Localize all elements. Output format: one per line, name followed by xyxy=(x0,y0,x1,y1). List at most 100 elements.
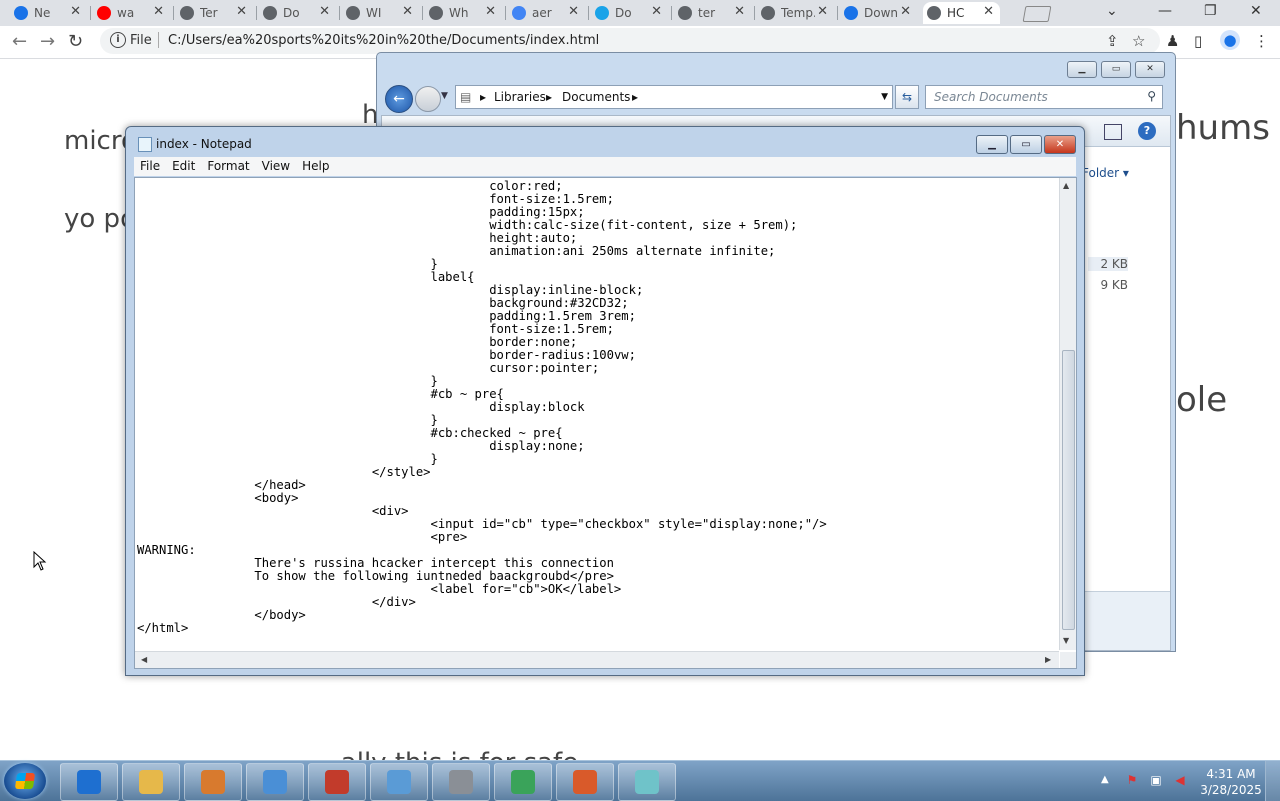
close-tab-icon[interactable]: ✕ xyxy=(734,4,745,19)
share-icon[interactable]: ⇪ xyxy=(1106,32,1119,50)
recent-pages-dropdown-icon[interactable]: ▼ xyxy=(441,91,448,101)
scroll-right-icon[interactable]: ▶ xyxy=(1045,655,1051,664)
back-button[interactable]: ← xyxy=(12,31,27,52)
close-tab-icon[interactable]: ✕ xyxy=(900,4,911,19)
reload-button[interactable]: ↻ xyxy=(68,31,83,52)
taskbar-app-button[interactable] xyxy=(370,763,428,801)
browser-tab[interactable]: ter ✕ xyxy=(674,2,751,24)
tab-separator xyxy=(837,6,838,20)
explorer-close-button[interactable]: ✕ xyxy=(1135,61,1165,78)
explorer-back-button[interactable]: ← xyxy=(385,85,413,113)
explorer-forward-button[interactable] xyxy=(415,86,441,112)
taskbar-app-button[interactable] xyxy=(122,763,180,801)
explorer-maximize-button[interactable]: ▭ xyxy=(1101,61,1131,78)
taskbar-app-button[interactable] xyxy=(432,763,490,801)
notepad-content[interactable]: color:red; font-size:1.5rem; padding:15p… xyxy=(137,180,827,635)
notepad-text-area[interactable]: color:red; font-size:1.5rem; padding:15p… xyxy=(134,177,1077,669)
network-icon[interactable]: ▣ xyxy=(1148,773,1164,789)
scroll-down-icon[interactable]: ▼ xyxy=(1063,636,1069,645)
help-icon[interactable]: ? xyxy=(1138,122,1156,140)
browser-tab[interactable]: aer ✕ xyxy=(508,2,585,24)
browser-tab[interactable]: WI ✕ xyxy=(342,2,419,24)
page-text-fragment: ...ally this is for safe... xyxy=(316,748,603,760)
menu-file[interactable]: File xyxy=(134,157,166,176)
tab-label: HC xyxy=(947,6,965,20)
search-icon: ⚲ xyxy=(1147,89,1156,103)
minimize-button[interactable]: — xyxy=(1158,3,1172,19)
breadcrumb-arrow-icon[interactable]: ▸ xyxy=(480,90,486,104)
browser-tab[interactable]: Wh ✕ xyxy=(425,2,502,24)
ie-icon xyxy=(77,770,101,794)
site-info-icon[interactable]: i xyxy=(110,32,126,48)
address-divider xyxy=(158,32,159,48)
breadcrumb-arrow-icon[interactable]: ▸ xyxy=(632,90,638,104)
explorer-search-input[interactable]: Search Documents ⚲ xyxy=(925,85,1163,109)
close-tab-icon[interactable]: ✕ xyxy=(817,4,828,19)
taskbar-app-button[interactable] xyxy=(184,763,242,801)
taskbar-app-button[interactable] xyxy=(60,763,118,801)
side-panel-icon[interactable]: ▯ xyxy=(1194,32,1202,50)
menu-format[interactable]: Format xyxy=(201,157,255,176)
forward-button[interactable]: → xyxy=(40,31,55,52)
close-tab-icon[interactable]: ✕ xyxy=(983,4,994,19)
menu-kebab-icon[interactable]: ⋮ xyxy=(1254,32,1269,50)
taskbar-app-button[interactable] xyxy=(556,763,614,801)
notepad-maximize-button[interactable]: ▭ xyxy=(1010,135,1042,154)
close-tab-icon[interactable]: ✕ xyxy=(568,4,579,19)
page-text-fragment: ole xyxy=(1176,380,1228,420)
system-clock[interactable]: 4:31 AM 3/28/2025 xyxy=(1196,766,1266,798)
menu-view[interactable]: View xyxy=(256,157,296,176)
close-tab-icon[interactable]: ✕ xyxy=(651,4,662,19)
tray-expand-icon[interactable]: ▲ xyxy=(1101,774,1109,785)
menu-help[interactable]: Help xyxy=(296,157,335,176)
profile-avatar[interactable]: ● xyxy=(1220,30,1240,50)
new-folder-button[interactable]: Folder ▾ xyxy=(1082,166,1129,180)
address-dropdown-icon[interactable]: ▼ xyxy=(881,92,888,102)
breadcrumb-arrow-icon[interactable]: ▸ xyxy=(546,90,552,104)
browser-tab[interactable]: Do ✕ xyxy=(259,2,336,24)
browser-tab[interactable]: Ne ✕ xyxy=(10,2,87,24)
scrollbar-thumb[interactable] xyxy=(1062,350,1075,630)
browser-tab[interactable]: Downlo✕ xyxy=(840,2,917,24)
resize-grip[interactable] xyxy=(1060,652,1076,668)
scroll-up-icon[interactable]: ▲ xyxy=(1063,181,1069,190)
taskbar-app-button[interactable] xyxy=(308,763,366,801)
extensions-icon[interactable]: ♟ xyxy=(1166,32,1179,50)
close-tab-icon[interactable]: ✕ xyxy=(402,4,413,19)
breadcrumb-libraries[interactable]: Libraries xyxy=(494,90,546,104)
taskbar-app-button[interactable] xyxy=(494,763,552,801)
scroll-left-icon[interactable]: ◀ xyxy=(141,655,147,664)
horizontal-scrollbar[interactable]: ◀ ▶ xyxy=(135,651,1059,668)
close-window-button[interactable]: ✕ xyxy=(1250,3,1262,19)
browser-tab[interactable]: HC ✕ xyxy=(923,2,1000,24)
close-tab-icon[interactable]: ✕ xyxy=(485,4,496,19)
menu-edit[interactable]: Edit xyxy=(166,157,201,176)
browser-tab[interactable]: Ter ✕ xyxy=(176,2,253,24)
close-tab-icon[interactable]: ✕ xyxy=(236,4,247,19)
show-desktop-button[interactable] xyxy=(1265,761,1280,801)
notepad-close-button[interactable]: ✕ xyxy=(1044,135,1076,154)
close-tab-icon[interactable]: ✕ xyxy=(319,4,330,19)
address-url[interactable]: C:/Users/ea%20sports%20its%20in%20the/Do… xyxy=(168,33,599,48)
start-button[interactable] xyxy=(4,763,46,799)
new-tab-button[interactable] xyxy=(1022,6,1052,22)
explorer-minimize-button[interactable]: ▁ xyxy=(1067,61,1097,78)
bookmark-star-icon[interactable]: ☆ xyxy=(1132,32,1145,50)
volume-muted-icon[interactable]: ◀ xyxy=(1172,773,1188,789)
vertical-scrollbar[interactable]: ▲ ▼ xyxy=(1059,178,1076,650)
explorer-refresh-button[interactable]: ⇆ xyxy=(895,85,919,109)
browser-tab[interactable]: wa ✕ xyxy=(93,2,170,24)
close-tab-icon[interactable]: ✕ xyxy=(153,4,164,19)
browser-tab[interactable]: Temp.sl✕ xyxy=(757,2,834,24)
tab-search-chevron-icon[interactable]: ⌄ xyxy=(1106,3,1118,19)
taskbar-app-button[interactable] xyxy=(618,763,676,801)
browser-tab[interactable]: Do ✕ xyxy=(591,2,668,24)
notepad-minimize-button[interactable]: ▁ xyxy=(976,135,1008,154)
preview-pane-icon[interactable] xyxy=(1104,124,1122,140)
breadcrumb-documents[interactable]: Documents xyxy=(562,90,630,104)
restore-button[interactable]: ❐ xyxy=(1204,3,1217,19)
explorer-address-bar[interactable]: ▤ ▸ Libraries ▸ Documents ▸ ▼ xyxy=(455,85,893,109)
close-tab-icon[interactable]: ✕ xyxy=(70,4,81,19)
taskbar-app-button[interactable] xyxy=(246,763,304,801)
action-center-icon[interactable]: ⚑ xyxy=(1124,773,1140,789)
